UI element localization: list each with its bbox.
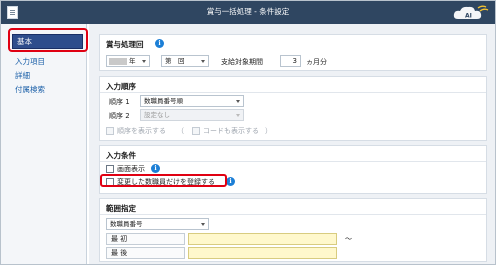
paren-close: ） <box>265 127 272 135</box>
period-unit: ヵ月分 <box>306 58 327 66</box>
order1-value: 数職員番号順 <box>144 97 183 105</box>
period-input[interactable]: 3 <box>280 55 301 67</box>
range-last-input[interactable] <box>188 247 337 259</box>
order2-label: 順序 2 <box>109 112 130 120</box>
show-order-label: 順序を表示する <box>117 127 166 135</box>
chevron-down-icon <box>142 60 146 63</box>
chevron-down-icon <box>236 100 240 103</box>
range-panel: 範囲指定 数職員番号 最 初 〜 最 後 <box>99 198 487 262</box>
window-title: 賞与一括処理 - 条件設定 <box>206 7 290 16</box>
paren-open: （ <box>177 127 184 135</box>
nth-select[interactable]: 第 回 <box>161 55 209 67</box>
year-suffix: 年 <box>129 57 136 65</box>
range-title: 範囲指定 <box>106 204 136 213</box>
sidebar-item-input-items[interactable]: 入力項目 <box>11 55 85 69</box>
show-order-checkbox[interactable] <box>106 127 114 135</box>
year-select[interactable]: 年 <box>106 55 150 67</box>
input-order-panel: 入力順序 順序 1 数職員番号順 順序 2 設定なし 順序を表示する （ コード… <box>99 76 487 141</box>
input-order-title: 入力順序 <box>106 82 136 91</box>
section-divider <box>100 214 486 215</box>
range-field-select[interactable]: 数職員番号 <box>106 218 209 230</box>
input-conditions-title: 入力条件 <box>106 151 136 160</box>
show-code-label: コードも表示する <box>203 127 259 135</box>
sidebar-item-details[interactable]: 詳細 <box>11 69 85 83</box>
register-changed-highlight-frame <box>100 174 227 187</box>
nth-select-value: 第 <box>165 57 172 65</box>
range-last-label: 最 後 <box>106 247 185 259</box>
main-content: 賞与処理回 i 年 第 回 支給対象期間 3 ヵ月分 入力順序 順序 1 数職員… <box>89 24 495 264</box>
show-code-checkbox[interactable] <box>192 127 200 135</box>
chevron-down-icon <box>201 60 205 63</box>
payment-count-panel: 賞与処理回 i 年 第 回 支給対象期間 3 ヵ月分 <box>99 34 487 71</box>
order2-value: 設定なし <box>144 111 170 119</box>
order1-label: 順序 1 <box>109 98 130 106</box>
info-icon[interactable]: i <box>155 39 164 48</box>
period-label: 支給対象期間 <box>221 58 263 66</box>
dialog-window: 賞与一括処理 - 条件設定 AI 基本 入力項目 詳細 付属検索 賞与処理回 i… <box>0 0 496 265</box>
payment-count-title: 賞与処理回 <box>106 40 144 49</box>
range-first-label: 最 初 <box>106 233 185 245</box>
sidebar: 基本 入力項目 詳細 付属検索 <box>1 24 87 264</box>
year-value-redacted <box>109 58 127 65</box>
chevron-down-icon <box>201 223 205 226</box>
ai-cloud-icon: AI <box>453 5 489 20</box>
screen-display-label: 画面表示 <box>117 165 145 173</box>
range-tilde: 〜 <box>345 235 352 243</box>
info-icon[interactable]: i <box>226 177 235 186</box>
order1-select[interactable]: 数職員番号順 <box>140 95 244 107</box>
chevron-down-icon <box>236 114 240 117</box>
ai-badge-text: AI <box>465 13 472 20</box>
sidebar-highlight-frame <box>8 28 88 52</box>
range-first-input[interactable] <box>188 233 337 245</box>
range-field-value: 数職員番号 <box>110 220 143 228</box>
sidebar-item-attached-search[interactable]: 付属検索 <box>11 83 85 97</box>
order2-select[interactable]: 設定なし <box>140 109 244 121</box>
kai-select-value: 回 <box>178 57 185 65</box>
info-icon[interactable]: i <box>151 164 160 173</box>
section-divider <box>100 161 486 162</box>
title-bar: 賞与一括処理 - 条件設定 AI <box>1 1 495 24</box>
section-divider <box>100 92 486 93</box>
screen-display-checkbox[interactable] <box>106 165 114 173</box>
